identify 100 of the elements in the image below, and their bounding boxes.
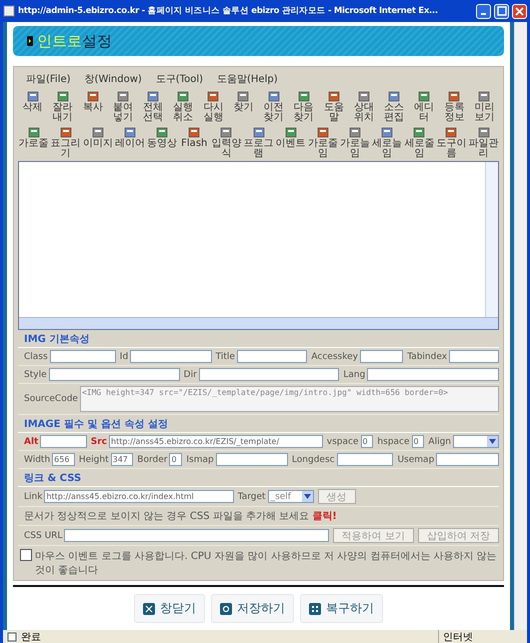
tool-icon (86, 91, 99, 102)
maximize-icon (496, 6, 506, 16)
field-label: hspace (377, 436, 410, 446)
input-field[interactable] (436, 453, 500, 466)
toolbar-button[interactable]: 소스편집 (380, 91, 409, 123)
tool-icon (381, 127, 394, 138)
tool-icon (116, 91, 129, 102)
input-field[interactable]: 0 (412, 435, 424, 448)
maximize-button[interactable] (494, 4, 509, 18)
input-field[interactable] (130, 350, 212, 363)
menu-item[interactable]: 도움말(Help) (217, 72, 278, 86)
toolbar-button[interactable]: 세로늘임 (372, 127, 403, 159)
toolbar-button[interactable]: 등록정보 (440, 91, 469, 123)
footer-button[interactable]: 창닫기 (134, 594, 205, 623)
toolbar-button[interactable]: 동영상 (146, 127, 178, 159)
tool-icon (445, 127, 458, 138)
close-button[interactable] (512, 4, 527, 18)
input-field[interactable] (50, 350, 116, 363)
dropdown[interactable]: _self (268, 490, 314, 503)
toolbar-button[interactable]: 파일관리 (468, 127, 500, 159)
section-title: IMG 기본속성 (18, 330, 499, 348)
tool-icon (28, 127, 40, 138)
toolbar-button[interactable]: 찾기 (228, 91, 258, 123)
editor-area[interactable] (18, 161, 499, 330)
field-label: Accesskey (311, 352, 358, 362)
toolbar-button[interactable]: 에디터 (410, 91, 439, 123)
toolbar-button[interactable]: 복사 (78, 91, 108, 123)
footer-button[interactable]: 저장하기 (211, 594, 294, 623)
input-field[interactable]: 0 (169, 453, 182, 466)
menu-item[interactable]: 창(Window) (84, 72, 142, 86)
click-link[interactable]: 클릭! (312, 511, 337, 522)
tool-icon (478, 127, 490, 138)
toolbar-button[interactable]: 이전찾기 (259, 91, 288, 123)
notice-text: 문서가 정상적으로 보이지 않는 경우 CSS 파일을 추가해 보세요 클릭! (24, 510, 337, 523)
input-field[interactable] (48, 368, 180, 381)
input-field[interactable] (40, 435, 87, 448)
input-field[interactable] (336, 453, 394, 466)
grid-icon (309, 602, 321, 614)
toolbar-button[interactable]: 프로그램 (242, 127, 274, 159)
input-field[interactable]: 656 (52, 453, 75, 466)
input-field[interactable] (236, 350, 308, 363)
toolbar-button[interactable]: 다시실행 (198, 91, 228, 123)
field-label: Longdesc (292, 454, 335, 464)
tool-icon (26, 91, 39, 102)
input-field[interactable]: http://anss45.ebizro.co.kr/index.html (44, 490, 234, 503)
scrollbar[interactable] (514, 22, 527, 630)
toolbar-button[interactable]: 입력양식 (210, 127, 242, 159)
close-icon (515, 6, 524, 16)
minimize-button[interactable] (476, 4, 491, 18)
toolbar-button[interactable]: 가로늘임 (339, 127, 371, 159)
menu-item[interactable]: 파일(File) (26, 72, 71, 86)
toolbar-button[interactable]: 미리보기 (470, 91, 499, 123)
toolbar-button[interactable]: 붙여넣기 (108, 91, 138, 123)
toolbar-button[interactable]: 도움말 (319, 91, 348, 123)
toolbar-button[interactable]: 이미지 (82, 127, 114, 159)
toolbar-button[interactable]: 다음찾기 (289, 91, 318, 123)
zone-text: 인터넷 (438, 630, 523, 643)
field-label: Align (428, 436, 451, 446)
toolbar-button[interactable]: 이벤트 (275, 127, 306, 159)
scrollbar[interactable] (19, 317, 498, 329)
toolbar-button[interactable]: 상대위치 (349, 91, 378, 123)
field-label: Tabindex (407, 352, 448, 362)
input-field[interactable]: http://anss45.ebizro.co.kr/EZIS/_template/ (109, 435, 323, 448)
field-label: Link (24, 492, 42, 502)
field-label: Dir (184, 370, 197, 380)
field-label: Class (24, 352, 48, 362)
scrollbar[interactable] (485, 162, 498, 317)
toolbar-button[interactable]: Flash (178, 127, 210, 159)
input-field[interactable] (360, 350, 404, 363)
tool-icon (60, 127, 72, 138)
tool-icon (268, 91, 280, 102)
close-icon (143, 602, 155, 614)
toolbar-button[interactable]: 레이어 (114, 127, 146, 159)
field-label: vspace (326, 436, 359, 446)
input-field[interactable] (216, 453, 288, 466)
toolbar-button[interactable]: 세로줄임 (404, 127, 435, 159)
toolbar-button[interactable]: 가로줄 (18, 127, 50, 159)
input-field[interactable]: 347 (110, 453, 134, 466)
input-field[interactable] (367, 368, 500, 381)
field-label: Target (238, 492, 266, 502)
toolbar-button[interactable]: 표그리기 (50, 127, 82, 159)
input-field[interactable]: 0 (360, 435, 374, 448)
input-field[interactable] (449, 350, 499, 363)
toolbar-button[interactable]: 삭제 (18, 91, 48, 123)
checkbox[interactable] (20, 549, 32, 561)
page-title: 인트로설정 (37, 32, 112, 50)
toolbar-button[interactable]: 잘라내기 (48, 91, 78, 123)
section-title: 링크 & CSS (18, 469, 499, 487)
toolbar-button[interactable]: 전체선택 (138, 91, 168, 123)
toolbar-button[interactable]: 실행취소 (168, 91, 198, 123)
input-field[interactable] (64, 529, 329, 542)
tool-icon (316, 127, 329, 138)
toolbar-button[interactable]: 가로줄임 (307, 127, 338, 159)
tool-icon (448, 91, 460, 102)
tool-icon (188, 127, 200, 138)
input-field[interactable] (198, 368, 340, 381)
footer-button[interactable]: 복구하기 (300, 594, 383, 623)
toolbar-button[interactable]: 도구이름 (436, 127, 467, 159)
menu-item[interactable]: 도구(Tool) (156, 72, 204, 86)
dropdown[interactable] (453, 435, 499, 448)
